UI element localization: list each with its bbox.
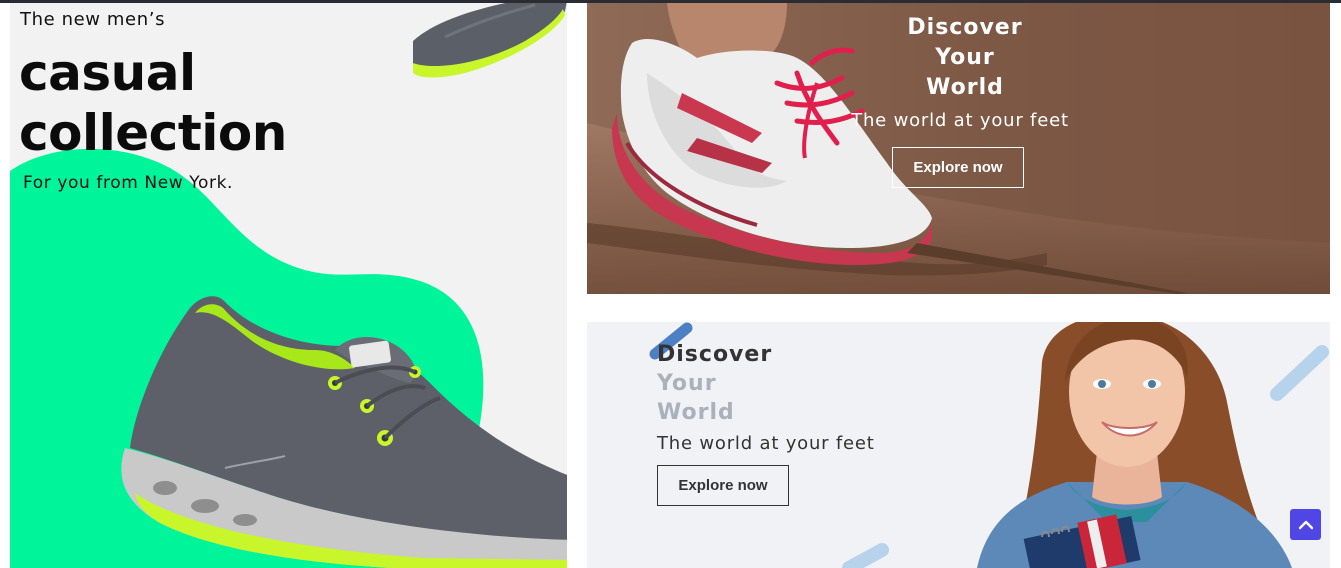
collection-kicker: The new men’s bbox=[20, 9, 166, 30]
student-explore-now-button[interactable]: Explore now bbox=[657, 465, 789, 506]
student-heading-line3: World bbox=[657, 400, 735, 425]
explore-now-button[interactable]: Explore now bbox=[892, 147, 1024, 188]
discover-heading: Discover Your World bbox=[900, 13, 1030, 103]
collection-title-line1: casual bbox=[19, 44, 196, 102]
grey-casual-shoe-image bbox=[121, 296, 567, 568]
student-heading-line2: Your bbox=[657, 371, 717, 396]
student-heading-line1: Discover bbox=[657, 342, 773, 367]
chevron-up-icon bbox=[1298, 520, 1313, 529]
scroll-to-top-button[interactable] bbox=[1290, 509, 1321, 540]
sneaker-promo-banner[interactable]: Discover Your World The world at your fe… bbox=[587, 3, 1330, 294]
collection-title-line2: collection bbox=[19, 104, 287, 162]
collection-subtitle: For you from New York. bbox=[23, 173, 234, 193]
student-tagline: The world at your feet bbox=[657, 433, 875, 454]
grey-shoe-top-image bbox=[413, 3, 567, 78]
collection-title: casual collection bbox=[19, 43, 287, 163]
discover-heading-line2: Your bbox=[935, 45, 995, 70]
casual-collection-banner[interactable]: The new men’s casual collection For you … bbox=[10, 3, 567, 568]
student-promo-banner[interactable]: Discover Your World The world at your fe… bbox=[587, 322, 1330, 568]
student-discover-heading: Discover Your World bbox=[657, 340, 772, 427]
discover-heading-line1: Discover bbox=[907, 15, 1023, 40]
discover-heading-line3: World bbox=[926, 75, 1004, 100]
discover-tagline: The world at your feet bbox=[851, 110, 1069, 131]
